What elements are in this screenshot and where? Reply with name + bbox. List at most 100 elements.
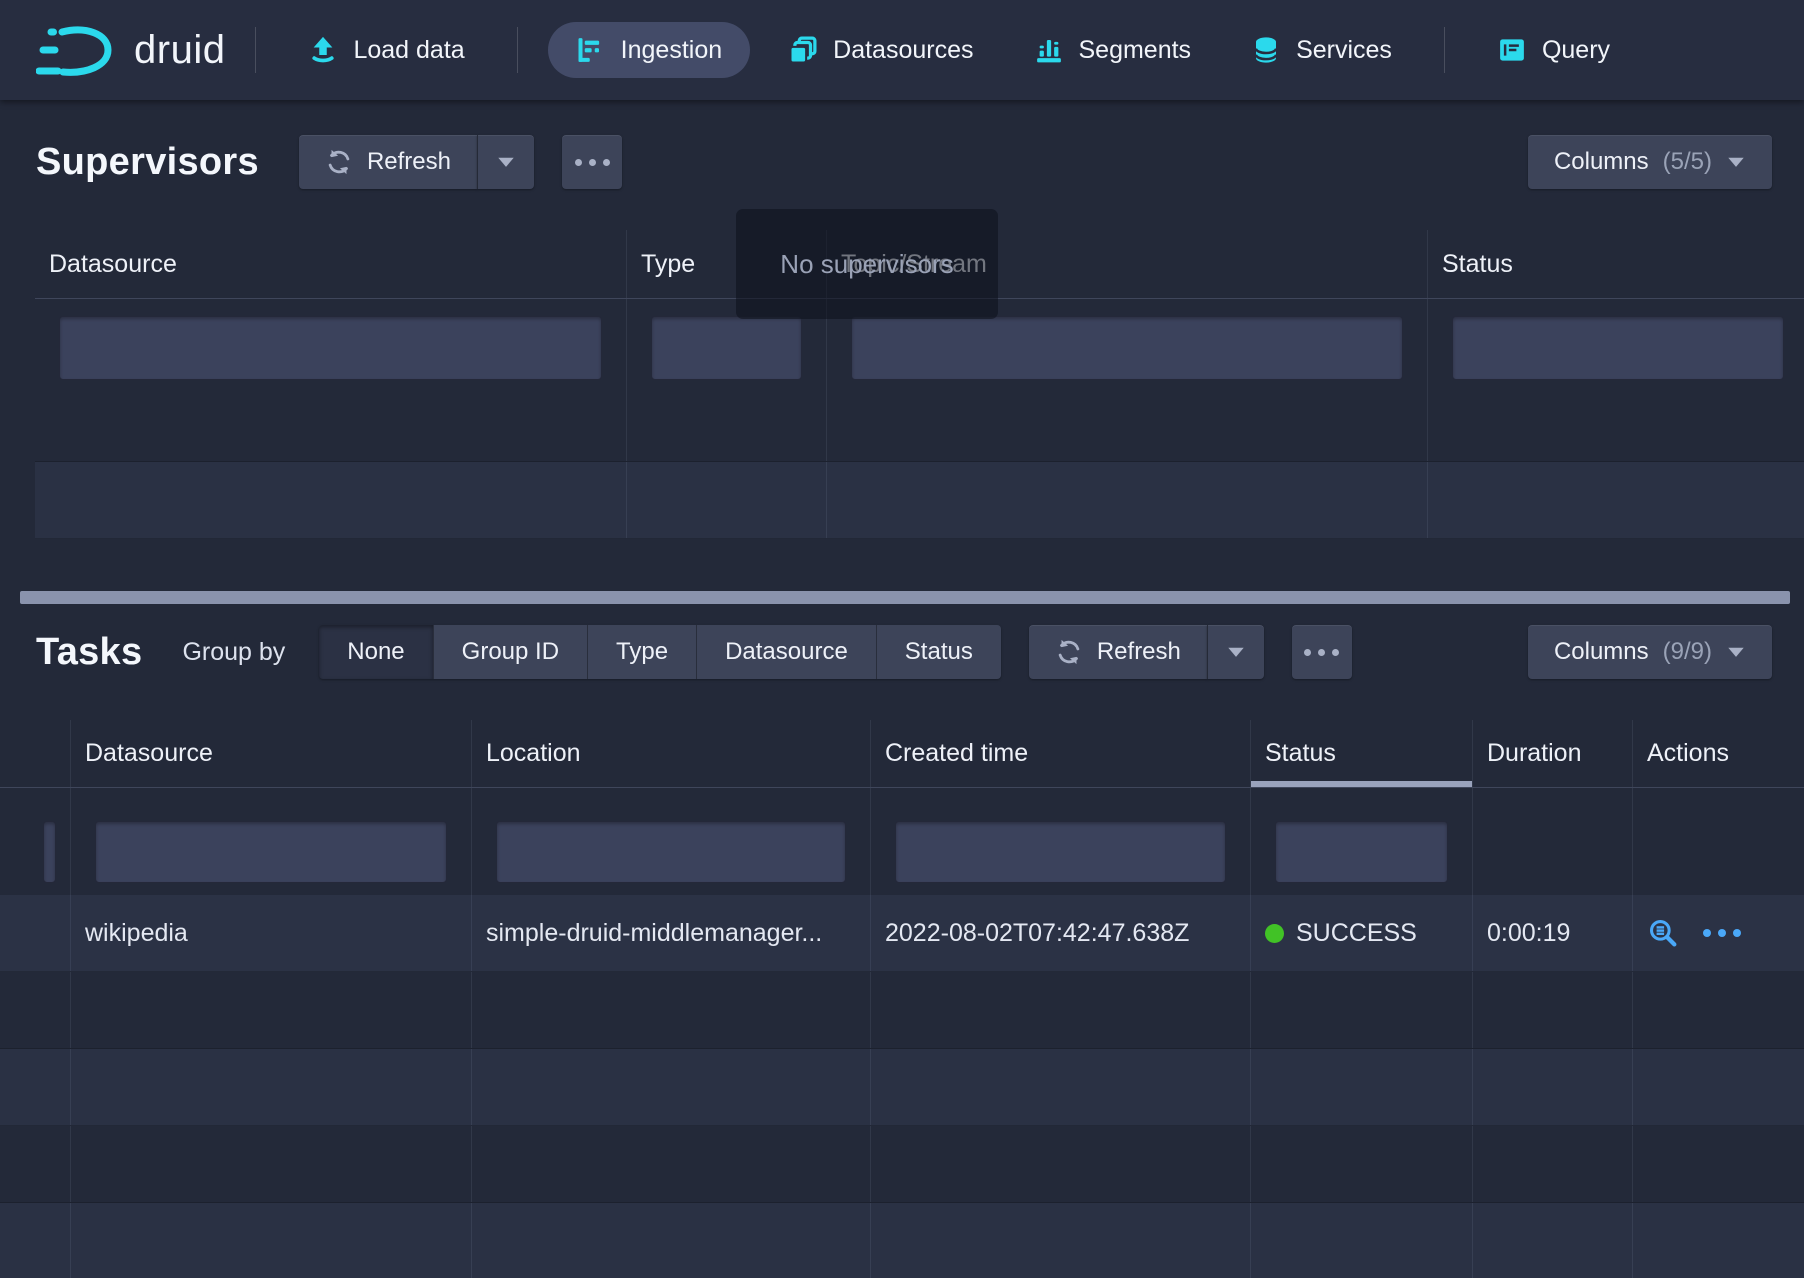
supervisors-refresh-split: Refresh xyxy=(299,135,534,189)
created-time-filter-input[interactable] xyxy=(895,821,1226,883)
nav-item-services[interactable]: Services xyxy=(1229,22,1414,78)
tasks-more-button[interactable] xyxy=(1292,625,1352,679)
refresh-icon xyxy=(1055,638,1083,666)
column-header-duration[interactable]: Duration xyxy=(1473,720,1633,787)
supervisors-more-button[interactable] xyxy=(562,135,622,189)
tasks-refresh-split: Refresh xyxy=(1029,625,1264,679)
group-by-button-group: None Group ID Type Datasource Status xyxy=(319,625,1001,679)
refresh-button[interactable]: Refresh xyxy=(299,135,477,189)
column-header-type[interactable]: Type xyxy=(627,230,827,298)
datasource-filter-input[interactable] xyxy=(95,821,447,883)
group-by-type-button[interactable]: Type xyxy=(587,625,696,679)
nav-item-label: Load data xyxy=(353,36,464,65)
location-cell: simple-druid-middlemanager... xyxy=(472,895,871,971)
row-more-icon[interactable] xyxy=(1703,929,1741,937)
tasks-section: Tasks Group by None Group ID Type Dataso… xyxy=(0,624,1804,1278)
top-nav: druid Load data Ingestion Datasources xyxy=(0,0,1804,100)
tasks-filter-row xyxy=(0,788,1804,895)
location-filter-input[interactable] xyxy=(496,821,846,883)
group-by-status-button[interactable]: Status xyxy=(876,625,1001,679)
refresh-interval-caret-button[interactable] xyxy=(477,135,534,189)
column-header-created-time[interactable]: Created time xyxy=(871,720,1251,787)
empty-table-row xyxy=(35,462,1804,539)
refresh-interval-caret-button[interactable] xyxy=(1207,625,1264,679)
caret-down-icon xyxy=(1226,645,1246,659)
column-header-status[interactable]: Status xyxy=(1428,230,1804,298)
type-filter-input[interactable] xyxy=(651,316,802,380)
nav-item-label: Services xyxy=(1296,36,1392,65)
columns-count: (5/5) xyxy=(1663,148,1712,176)
supervisors-section: Supervisors Refresh xyxy=(0,134,1804,604)
tasks-title: Tasks xyxy=(36,631,142,674)
database-icon xyxy=(1251,35,1281,65)
console-icon xyxy=(1497,35,1527,65)
nav-item-label: Segments xyxy=(1079,36,1192,65)
column-header-actions[interactable]: Actions xyxy=(1633,720,1804,787)
status-cell: SUCCESS xyxy=(1251,895,1473,971)
refresh-label: Refresh xyxy=(367,148,451,176)
nav-item-load-data[interactable]: Load data xyxy=(286,22,486,78)
supervisors-table: Datasource Type Topic/Stream Status No s… xyxy=(35,230,1804,565)
group-by-datasource-button[interactable]: Datasource xyxy=(696,625,876,679)
status-dot-icon xyxy=(1265,924,1284,943)
supervisors-header-row: Datasource Type Topic/Stream Status xyxy=(35,230,1804,299)
group-by-none-button[interactable]: None xyxy=(319,625,432,679)
empty-table-row xyxy=(0,1049,1804,1126)
nav-divider xyxy=(517,27,518,73)
supervisors-columns-button[interactable]: Columns (5/5) xyxy=(1528,135,1772,189)
empty-table-row xyxy=(0,1203,1804,1278)
nav-item-label: Query xyxy=(1542,36,1610,65)
refresh-button[interactable]: Refresh xyxy=(1029,625,1207,679)
brand-name: druid xyxy=(134,28,225,73)
nav-item-ingestion[interactable]: Ingestion xyxy=(548,22,750,78)
tasks-header-row: Datasource Location Created time Status … xyxy=(0,720,1804,788)
status-filter-input[interactable] xyxy=(1452,316,1784,380)
tasks-header: Tasks Group by None Group ID Type Dataso… xyxy=(36,624,1774,680)
topic-stream-filter-input[interactable] xyxy=(851,316,1403,380)
columns-label: Columns xyxy=(1554,638,1649,666)
nav-divider xyxy=(255,27,256,73)
more-icon xyxy=(1304,649,1339,656)
group-by-group-id-button[interactable]: Group ID xyxy=(433,625,587,679)
nav-item-segments[interactable]: Segments xyxy=(1012,22,1214,78)
bar-chart-icon xyxy=(1034,35,1064,65)
horizontal-scrollbar[interactable] xyxy=(20,591,1790,604)
table-row[interactable]: wikipedia simple-druid-middlemanager... … xyxy=(0,895,1804,972)
column-header-status[interactable]: Status xyxy=(1251,720,1473,787)
datasource-cell: wikipedia xyxy=(71,895,472,971)
nav-item-label: Ingestion xyxy=(621,36,722,65)
column-header-clipped[interactable] xyxy=(0,720,71,787)
column-header-datasource[interactable]: Datasource xyxy=(35,230,627,298)
duration-cell: 0:00:19 xyxy=(1473,895,1633,971)
columns-label: Columns xyxy=(1554,148,1649,176)
layers-icon xyxy=(788,35,818,65)
caret-down-icon xyxy=(496,155,516,169)
clipped-filter-input[interactable] xyxy=(43,821,56,883)
tasks-table: Datasource Location Created time Status … xyxy=(0,720,1804,1278)
datasource-filter-input[interactable] xyxy=(59,316,602,380)
brand[interactable]: druid xyxy=(36,22,225,78)
druid-logo-icon xyxy=(36,22,120,78)
nav-item-label: Datasources xyxy=(833,36,973,65)
column-header-datasource[interactable]: Datasource xyxy=(71,720,472,787)
status-badge: SUCCESS xyxy=(1296,919,1417,948)
tasks-columns-button[interactable]: Columns (9/9) xyxy=(1528,625,1772,679)
empty-table-row xyxy=(0,972,1804,1049)
columns-count: (9/9) xyxy=(1663,638,1712,666)
status-filter-input[interactable] xyxy=(1275,821,1448,883)
column-header-location[interactable]: Location xyxy=(472,720,871,787)
caret-down-icon xyxy=(1726,155,1746,169)
refresh-label: Refresh xyxy=(1097,638,1181,666)
nav-divider xyxy=(1444,27,1445,73)
nav-item-query[interactable]: Query xyxy=(1475,22,1632,78)
actions-cell xyxy=(1633,895,1804,971)
empty-table-row xyxy=(0,1126,1804,1203)
supervisors-filter-row xyxy=(35,299,1804,385)
empty-table-row xyxy=(35,385,1804,462)
nav-item-datasources[interactable]: Datasources xyxy=(766,22,995,78)
column-header-topic-stream[interactable]: Topic/Stream xyxy=(827,230,1428,298)
created-time-cell: 2022-08-02T07:42:47.638Z xyxy=(871,895,1251,971)
search-detail-icon[interactable] xyxy=(1647,917,1679,949)
sort-indicator xyxy=(1251,781,1472,787)
caret-down-icon xyxy=(1726,645,1746,659)
